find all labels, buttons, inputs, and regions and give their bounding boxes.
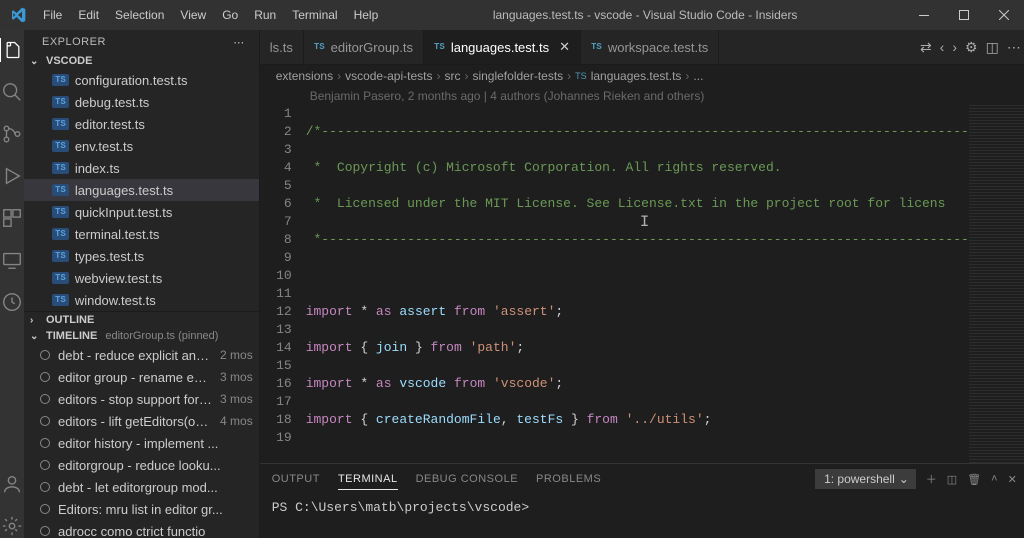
text-cursor-icon: I — [640, 213, 650, 231]
titlebar: File Edit Selection View Go Run Terminal… — [0, 0, 1024, 30]
timeline-item[interactable]: debt - let editorgroup mod... — [24, 476, 259, 498]
terminal-selector[interactable]: 1: powershell ⌄ — [815, 469, 916, 489]
timeline-item[interactable]: editor group - rename eve...3 mos — [24, 366, 259, 388]
close-panel-icon[interactable]: ✕ — [1008, 473, 1017, 486]
timeline-item[interactable]: editorgroup - reduce looku... — [24, 454, 259, 476]
accounts-icon[interactable] — [0, 472, 24, 496]
close-button[interactable] — [984, 0, 1024, 30]
file-item[interactable]: TSterminal.test.ts — [24, 223, 259, 245]
menubar: File Edit Selection View Go Run Terminal… — [35, 0, 386, 30]
timeline-header[interactable]: ⌄TIMELINE editorGroup.ts (pinned) — [24, 328, 259, 344]
prev-icon[interactable]: ‹ — [940, 39, 945, 55]
file-item[interactable]: TSeditor.test.ts — [24, 113, 259, 135]
close-icon[interactable]: ✕ — [559, 39, 570, 55]
app-logo — [0, 7, 35, 23]
menu-terminal[interactable]: Terminal — [284, 0, 345, 30]
file-item[interactable]: TSenv.test.ts — [24, 135, 259, 157]
sidebar-more-icon[interactable]: ⋯ — [233, 36, 245, 49]
tab-ls[interactable]: ls.ts — [260, 30, 304, 64]
settings-gear-icon[interactable] — [0, 514, 24, 538]
file-item[interactable]: TSlanguages.test.ts — [24, 179, 259, 201]
file-item[interactable]: TSconfiguration.test.ts — [24, 69, 259, 91]
kill-terminal-icon[interactable]: 🗑 — [967, 473, 981, 486]
timeline-item[interactable]: adrocc como ctrict functio — [24, 520, 259, 538]
menu-go[interactable]: Go — [214, 0, 246, 30]
tab-workspace-test[interactable]: TSworkspace.test.ts — [581, 30, 719, 64]
new-terminal-icon[interactable]: ＋ — [926, 471, 937, 487]
tab-editorgroup[interactable]: TSeditorGroup.ts — [304, 30, 424, 64]
more-icon[interactable]: ⋯ — [1007, 39, 1021, 56]
explorer-icon[interactable] — [0, 38, 23, 62]
outline-section[interactable]: ›OUTLINE — [24, 311, 259, 328]
menu-help[interactable]: Help — [346, 0, 387, 30]
remote-icon[interactable] — [0, 248, 24, 272]
activity-bar — [0, 30, 24, 538]
file-item[interactable]: TSwebview.test.ts — [24, 267, 259, 289]
folder-root[interactable]: ⌄VSCODE — [24, 53, 259, 69]
sidebar-header: EXPLORER ⋯ — [24, 30, 259, 53]
editor-area: ls.ts TSeditorGroup.ts TSlanguages.test.… — [260, 30, 1024, 538]
bottom-panel: OUTPUT TERMINAL DEBUG CONSOLE PROBLEMS 1… — [260, 463, 1024, 538]
timeline-item[interactable]: editor history - implement ... — [24, 432, 259, 454]
panel-tab-problems[interactable]: PROBLEMS — [536, 469, 601, 489]
file-item[interactable]: TSquickInput.test.ts — [24, 201, 259, 223]
tab-languages-test[interactable]: TSlanguages.test.ts✕ — [424, 30, 581, 64]
menu-view[interactable]: View — [172, 0, 214, 30]
terminal-body[interactable]: PS C:\Users\matb\projects\vscode> — [260, 494, 1024, 521]
breadcrumb[interactable]: extensions› vscode-api-tests› src› singl… — [260, 65, 1024, 87]
compare-icon[interactable]: ⇄ — [920, 39, 932, 56]
editor-tabs: ls.ts TSeditorGroup.ts TSlanguages.test.… — [260, 30, 1024, 65]
menu-file[interactable]: File — [35, 0, 70, 30]
window-title: languages.test.ts - vscode - Visual Stud… — [386, 8, 904, 22]
timeline-item[interactable]: Editors: mru list in editor gr... — [24, 498, 259, 520]
sidebar: EXPLORER ⋯ ⌄VSCODE TSconfiguration.test.… — [24, 30, 260, 538]
maximize-panel-icon[interactable]: ˄ — [991, 473, 997, 485]
panel-tab-output[interactable]: OUTPUT — [272, 469, 320, 489]
extensions-icon[interactable] — [0, 206, 24, 230]
source-control-icon[interactable] — [0, 122, 24, 146]
menu-edit[interactable]: Edit — [70, 0, 107, 30]
git-blame-annotation: Benjamin Pasero, 2 months ago | 4 author… — [260, 87, 1024, 105]
file-item[interactable]: TSdebug.test.ts — [24, 91, 259, 113]
maximize-button[interactable] — [944, 0, 984, 30]
split-icon[interactable]: ◫ — [986, 39, 999, 56]
timeline-item[interactable]: editors - lift getEditors(ord...4 mos — [24, 410, 259, 432]
menu-run[interactable]: Run — [246, 0, 284, 30]
minimap[interactable] — [969, 105, 1024, 463]
split-terminal-icon[interactable]: ◫ — [947, 473, 957, 486]
menu-selection[interactable]: Selection — [107, 0, 172, 30]
timeline-item[interactable]: debt - reduce explicit any ...2 mos — [24, 344, 259, 366]
timeline-item[interactable]: editors - stop support for E...3 mos — [24, 388, 259, 410]
minimize-button[interactable] — [904, 0, 944, 30]
next-icon[interactable]: › — [952, 39, 957, 55]
run-icon[interactable]: ⚙ — [965, 39, 978, 56]
code-editor[interactable]: 12345678910111213141516171819 /*--------… — [260, 105, 1024, 463]
timeline-section: ⌄TIMELINE editorGroup.ts (pinned) debt -… — [24, 328, 259, 538]
file-item[interactable]: TStypes.test.ts — [24, 245, 259, 267]
file-item[interactable]: TSindex.ts — [24, 157, 259, 179]
testing-icon[interactable] — [0, 290, 24, 314]
code-content[interactable]: /*--------------------------------------… — [306, 105, 969, 463]
search-icon[interactable] — [0, 80, 24, 104]
run-debug-icon[interactable] — [0, 164, 24, 188]
file-tree: TSconfiguration.test.tsTSdebug.test.tsTS… — [24, 69, 259, 311]
panel-tab-debug[interactable]: DEBUG CONSOLE — [416, 469, 518, 489]
line-numbers: 12345678910111213141516171819 — [260, 105, 306, 463]
file-item[interactable]: TSwindow.test.ts — [24, 289, 259, 311]
panel-tab-terminal[interactable]: TERMINAL — [338, 469, 398, 490]
